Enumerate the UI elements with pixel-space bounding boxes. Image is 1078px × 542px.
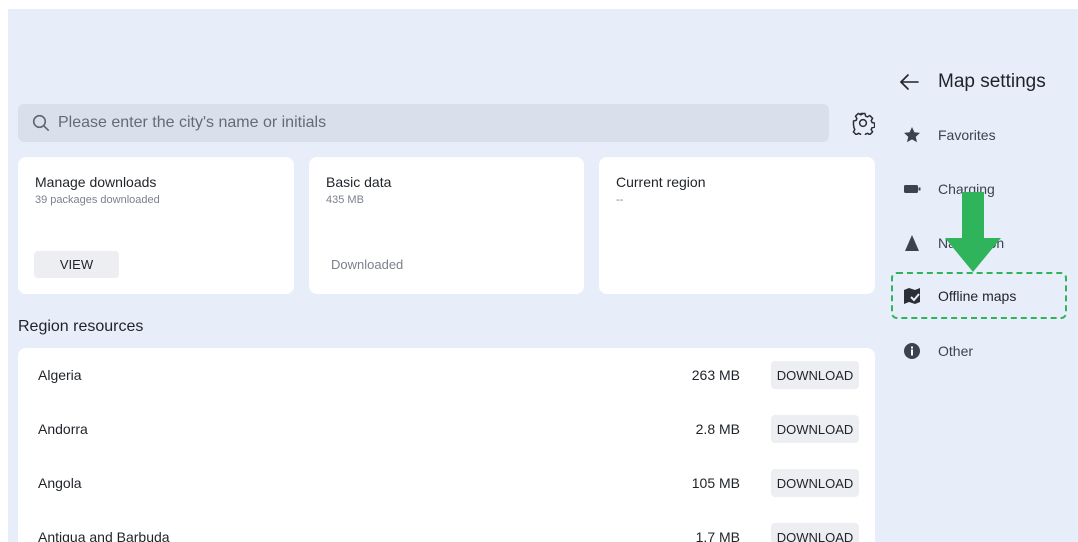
manage-downloads-card: Manage downloads 39 packages downloaded … [18,157,294,294]
region-size: 263 MB [691,367,740,383]
region-resources-heading: Region resources [18,318,144,335]
region-size: 2.8 MB [695,421,740,437]
view-button[interactable]: VIEW [34,251,119,278]
navigation-icon [903,234,921,252]
region-name: Andorra [38,421,88,437]
info-icon [903,342,921,360]
download-button[interactable]: DOWNLOAD [771,523,859,542]
pointer-arrow-icon [945,192,1001,272]
download-button[interactable]: DOWNLOAD [771,469,859,497]
region-name: Angola [38,475,82,491]
card-subtitle: -- [616,194,624,206]
current-region-card: Current region -- [599,157,875,294]
card-subtitle: 39 packages downloaded [35,194,160,206]
region-name: Antigua and Barbuda [38,529,170,542]
downloaded-status: Downloaded [331,257,404,272]
card-title: Manage downloads [35,174,157,190]
gear-icon[interactable] [851,111,875,135]
page-title: Map settings [938,71,1046,92]
region-name: Algeria [38,367,82,383]
menu-item-other[interactable]: Other [892,329,1068,373]
search-placeholder: Please enter the city's name or initials [58,114,327,131]
star-icon [903,126,921,144]
menu-label: Other [938,343,974,359]
basic-data-card: Basic data 435 MB Downloaded [309,157,584,294]
download-button[interactable]: DOWNLOAD [771,361,859,389]
back-arrow-icon[interactable] [898,71,920,93]
card-title: Current region [616,174,706,190]
card-subtitle: 435 MB [326,194,364,206]
region-row: Angola 105 MB DOWNLOAD [18,456,875,510]
region-row: Antigua and Barbuda 1.7 MB DOWNLOAD [18,510,875,542]
offline-maps-highlight [891,272,1067,319]
charging-icon [903,180,921,198]
menu-item-favorites[interactable]: Favorites [892,113,1068,157]
region-size: 1.7 MB [695,529,740,542]
region-size: 105 MB [691,475,740,491]
search-icon [32,114,50,132]
menu-label: Favorites [938,127,996,143]
region-list: Algeria 263 MB DOWNLOAD Andorra 2.8 MB D… [18,348,875,542]
search-input[interactable]: Please enter the city's name or initials [18,104,829,142]
region-row: Andorra 2.8 MB DOWNLOAD [18,402,875,456]
card-title: Basic data [326,174,392,190]
map-settings-screen: Please enter the city's name or initials… [8,9,1078,542]
region-row: Algeria 263 MB DOWNLOAD [18,348,875,402]
download-button[interactable]: DOWNLOAD [771,415,859,443]
